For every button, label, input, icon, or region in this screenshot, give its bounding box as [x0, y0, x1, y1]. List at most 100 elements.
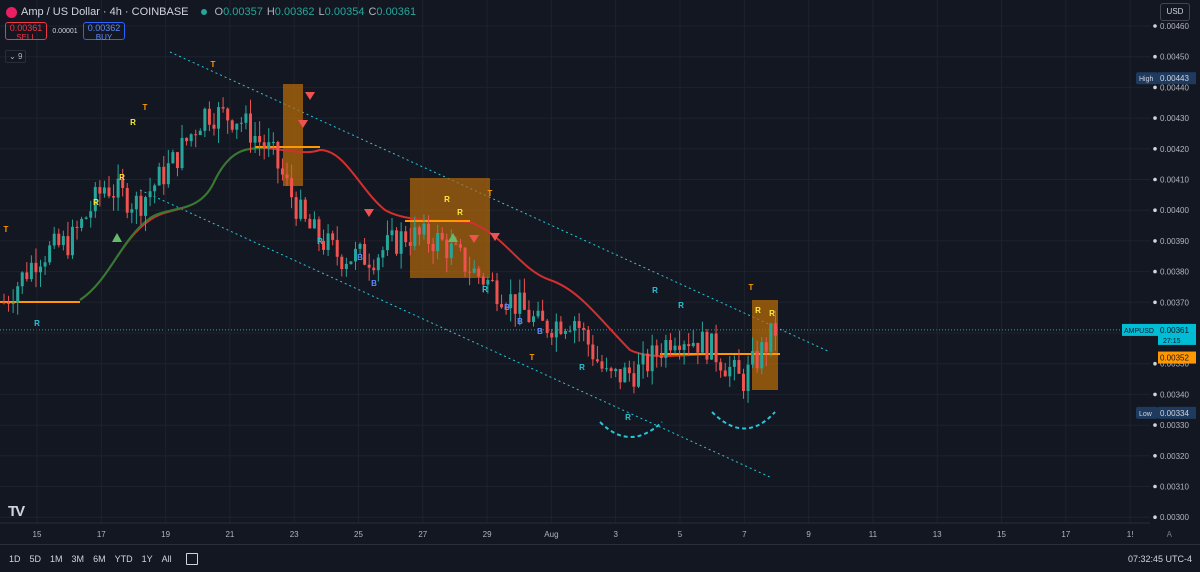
channel-upper-line: [169, 51, 831, 353]
candle-body: [7, 302, 11, 304]
candle-body: [664, 340, 668, 358]
candle-body: [568, 330, 572, 332]
candle-body: [217, 107, 221, 129]
candle-body: [404, 231, 408, 243]
candle-body: [285, 174, 289, 179]
timeframe-6m[interactable]: 6M: [93, 554, 106, 564]
time-tick-label: 25: [354, 530, 363, 539]
candle-body: [627, 367, 631, 374]
candle-body: [271, 141, 275, 143]
price-tick-label: 0.00420: [1160, 145, 1189, 154]
candle-body: [655, 345, 659, 356]
signal-marker: R: [317, 237, 323, 246]
price-tick-label: 0.00410: [1160, 176, 1189, 185]
candle-body: [294, 197, 298, 219]
candle-body: [700, 331, 704, 353]
candle-body: [563, 330, 567, 334]
price-tick-label: 0.00370: [1160, 298, 1189, 307]
candle-body: [2, 302, 6, 304]
candle-body: [417, 227, 421, 235]
candle-body: [495, 280, 499, 305]
candle-body: [253, 136, 257, 143]
timeframe-1y[interactable]: 1Y: [142, 554, 153, 564]
candle-body: [185, 137, 189, 142]
low-value: L0.00354: [318, 6, 365, 18]
price-tick-label: 0.00400: [1160, 206, 1189, 215]
timeframe-ytd[interactable]: YTD: [115, 554, 133, 564]
signal-marker: R: [119, 173, 125, 182]
clock[interactable]: 07:32:45 UTC-4: [1128, 554, 1192, 564]
signal-marker: B: [371, 279, 377, 288]
alert-icon: [1153, 24, 1157, 28]
timeframe-5d[interactable]: 5D: [30, 554, 42, 564]
alert-icon: [1153, 116, 1157, 120]
high-value: H0.00362: [266, 6, 315, 18]
candle-body: [194, 134, 198, 136]
indicators-toggle[interactable]: ⌄ 9: [5, 50, 27, 63]
tradingview-logo[interactable]: TV: [8, 503, 25, 520]
candle-body: [490, 279, 494, 281]
time-tick-label: 17: [1061, 530, 1070, 539]
price-tick-label: 0.00460: [1160, 22, 1189, 31]
time-axis[interactable]: 15 17 19 21 23 25 27 29 Aug 3 5 7 9 11 13 15 17 1!: [0, 522, 1150, 539]
candle-body: [157, 166, 161, 186]
buy-button[interactable]: 0.00362 BUY: [83, 22, 125, 42]
candle-body: [751, 351, 755, 365]
candle-body: [25, 272, 29, 280]
candle-body: [773, 323, 777, 336]
candle-body: [75, 226, 79, 228]
candle-body: [646, 353, 650, 372]
last-price-value: 0.00361: [1160, 326, 1189, 335]
candle-body: [130, 209, 134, 213]
alert-icon: [1153, 484, 1157, 489]
sell-button[interactable]: 0.00361 SELL: [5, 22, 47, 42]
alert-icon: [1153, 515, 1157, 519]
open-value: O0.00357: [214, 6, 263, 18]
signal-marker: R: [130, 118, 136, 127]
candle-body: [577, 321, 581, 328]
candle-body: [440, 232, 444, 240]
signal-marker: T: [749, 283, 754, 292]
candle-body: [89, 211, 93, 218]
candle-body: [20, 272, 24, 287]
candle-body: [331, 233, 335, 240]
candle-body: [248, 113, 252, 143]
candle-body: [486, 279, 490, 285]
time-tick-label: 15: [997, 530, 1006, 539]
auto-scale-button[interactable]: A: [1167, 530, 1172, 539]
high-value: 0.00443: [1160, 74, 1189, 83]
band-zone-2: [410, 178, 490, 278]
candle-body: [559, 321, 563, 334]
candle-body: [445, 239, 449, 259]
candle-body: [623, 367, 627, 383]
candle-body: [134, 195, 138, 210]
candle-body: [714, 333, 718, 363]
chart-canvas[interactable]: 0.00460 0.00450 0.00440 0.00430 0.00420 0.004…: [0, 0, 1200, 544]
timeframe-3m[interactable]: 3M: [72, 554, 85, 564]
time-tick-label: 3: [613, 530, 618, 539]
candle-body: [764, 342, 768, 352]
signal-marker: T: [143, 103, 148, 112]
timeframe-all[interactable]: All: [162, 554, 172, 564]
candle-body: [235, 123, 239, 130]
candle-body: [376, 257, 380, 271]
symbol-title[interactable]: Amp / US Dollar · 4h · COINBASE: [21, 6, 189, 18]
candle-body: [746, 364, 750, 392]
candle-body: [737, 360, 741, 374]
chart-header[interactable]: Amp / US Dollar · 4h · COINBASE O0.00357…: [6, 4, 420, 20]
calendar-icon[interactable]: [185, 552, 198, 565]
candle-body: [600, 361, 604, 369]
timeframe-1m[interactable]: 1M: [50, 554, 63, 564]
candle-body: [641, 353, 645, 365]
candle-body: [614, 368, 618, 372]
timeframe-1d[interactable]: 1D: [9, 554, 21, 564]
cup-arc-1: [599, 421, 663, 438]
candle-body: [230, 120, 234, 130]
alert-icon: [1153, 208, 1157, 212]
candle-body: [454, 243, 458, 245]
candle-body: [554, 321, 558, 338]
candle-body: [390, 230, 394, 236]
time-tick-label: 23: [290, 530, 299, 539]
currency-selector[interactable]: USD: [1160, 3, 1190, 21]
candle-body: [367, 264, 371, 268]
